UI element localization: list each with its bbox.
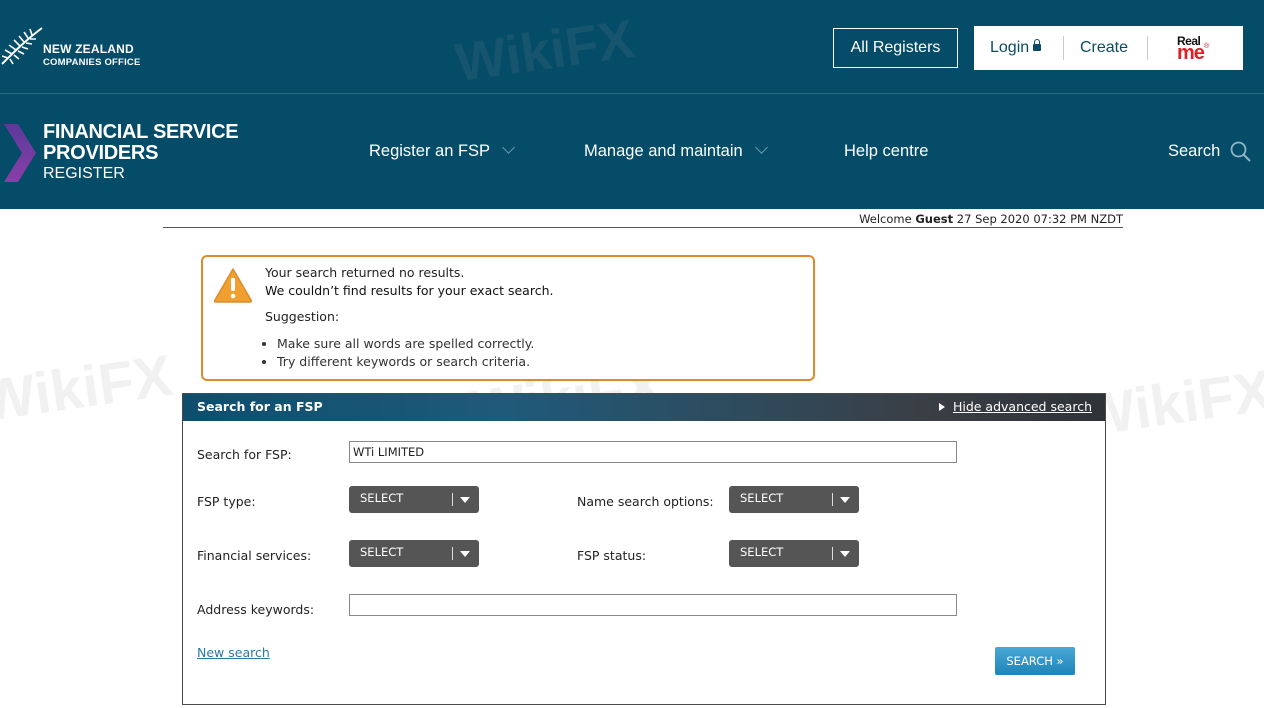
hide-advanced-search-link[interactable]: Hide advanced search <box>938 399 1092 414</box>
caret-down-icon <box>840 551 850 557</box>
list-item: Make sure all words are spelled correctl… <box>277 335 534 353</box>
divider <box>1147 36 1148 60</box>
fsp-type-select[interactable]: SELECT <box>349 486 479 513</box>
create-link[interactable]: Create <box>1080 26 1128 70</box>
divider <box>452 547 453 560</box>
realme-logo[interactable]: Real me ® <box>1177 35 1217 63</box>
panel-title: Search for an FSP <box>197 399 323 414</box>
nz-companies-office-logo[interactable]: NEW ZEALAND COMPANIES OFFICE <box>0 26 160 76</box>
all-registers-button[interactable]: All Registers <box>833 28 958 68</box>
top-bar: NEW ZEALAND COMPANIES OFFICE All Registe… <box>0 0 1264 94</box>
login-label: Login <box>990 39 1030 56</box>
divider <box>832 547 833 560</box>
welcome-prefix: Welcome <box>859 212 912 226</box>
logo-text-line1: NEW ZEALAND <box>43 42 134 56</box>
brand-line2: PROVIDERS <box>43 142 159 164</box>
realme-logo-bottom: me <box>1177 42 1205 64</box>
fsp-type-label: FSP type: <box>197 494 256 509</box>
new-search-link[interactable]: New search <box>197 645 270 660</box>
select-value: SELECT <box>360 545 404 559</box>
fsp-status-label: FSP status: <box>577 548 647 563</box>
divider <box>832 493 833 506</box>
brand-line3: REGISTER <box>43 165 125 182</box>
fsp-search-panel: Search for an FSP Hide advanced search S… <box>182 393 1106 705</box>
nav-search[interactable]: Search <box>1168 140 1220 162</box>
nav-manage-and-maintain[interactable]: Manage and maintain <box>584 140 768 162</box>
financial-services-label: Financial services: <box>197 548 312 563</box>
financial-services-select[interactable]: SELECT <box>349 540 479 567</box>
search-icon[interactable] <box>1230 141 1252 163</box>
name-search-options-label: Name search options: <box>577 494 714 509</box>
brand-chevron-icon <box>4 124 36 182</box>
address-keywords-label: Address keywords: <box>197 602 315 617</box>
caret-down-icon <box>460 551 470 557</box>
nav-label: Search <box>1168 142 1221 160</box>
nav-label: Manage and maintain <box>584 142 743 160</box>
welcome-datetime: 27 Sep 2020 07:32 PM NZDT <box>956 212 1123 226</box>
search-button[interactable]: SEARCH » <box>995 647 1075 675</box>
welcome-user: Guest <box>915 212 954 226</box>
chevron-down-icon <box>754 141 768 154</box>
watermark: WikiFX <box>0 342 177 435</box>
account-box: Login Create Real me ® <box>974 26 1243 70</box>
triangle-right-icon <box>938 403 945 411</box>
alert-line1: Your search returned no results. <box>265 265 465 280</box>
select-value: SELECT <box>360 491 404 505</box>
site-header: NEW ZEALAND COMPANIES OFFICE All Registe… <box>0 0 1264 209</box>
welcome-message: Welcome Guest 27 Sep 2020 07:32 PM NZDT <box>859 212 1123 226</box>
login-link[interactable]: Login <box>990 26 1042 70</box>
divider <box>452 493 453 506</box>
suggestion-list: Make sure all words are spelled correctl… <box>259 335 534 371</box>
suggestion-label: Suggestion: <box>265 309 340 324</box>
hide-advanced-label: Hide advanced search <box>952 399 1092 414</box>
brand-line1: FINANCIAL SERVICE <box>43 121 239 143</box>
list-item: Try different keywords or search criteri… <box>277 353 534 371</box>
warning-icon <box>213 268 253 303</box>
divider <box>1063 36 1064 60</box>
fsp-status-select[interactable]: SELECT <box>729 540 859 567</box>
select-value: SELECT <box>740 545 784 559</box>
select-value: SELECT <box>740 491 784 505</box>
silver-fern-icon <box>1 27 43 65</box>
lock-icon <box>1033 39 1042 51</box>
realme-logo-mark: ® <box>1204 43 1210 50</box>
nav-register-an-fsp[interactable]: Register an FSP <box>369 140 515 162</box>
alert-line2: We couldn’t find results for your exact … <box>265 283 554 298</box>
no-results-alert: Your search returned no results. We coul… <box>201 255 815 381</box>
nav-label: Help centre <box>844 142 929 160</box>
search-for-fsp-label: Search for FSP: <box>197 447 292 462</box>
name-search-options-select[interactable]: SELECT <box>729 486 859 513</box>
nav-help-centre[interactable]: Help centre <box>844 140 928 162</box>
divider <box>163 227 1123 228</box>
address-keywords-input[interactable] <box>349 594 957 616</box>
panel-header: Search for an FSP Hide advanced search <box>183 394 1105 421</box>
chevron-down-icon <box>502 141 515 154</box>
caret-down-icon <box>460 497 470 503</box>
nav-label: Register an FSP <box>369 142 491 160</box>
caret-down-icon <box>840 497 850 503</box>
search-for-fsp-input[interactable] <box>349 441 957 463</box>
logo-text-line2: COMPANIES OFFICE <box>43 57 141 68</box>
